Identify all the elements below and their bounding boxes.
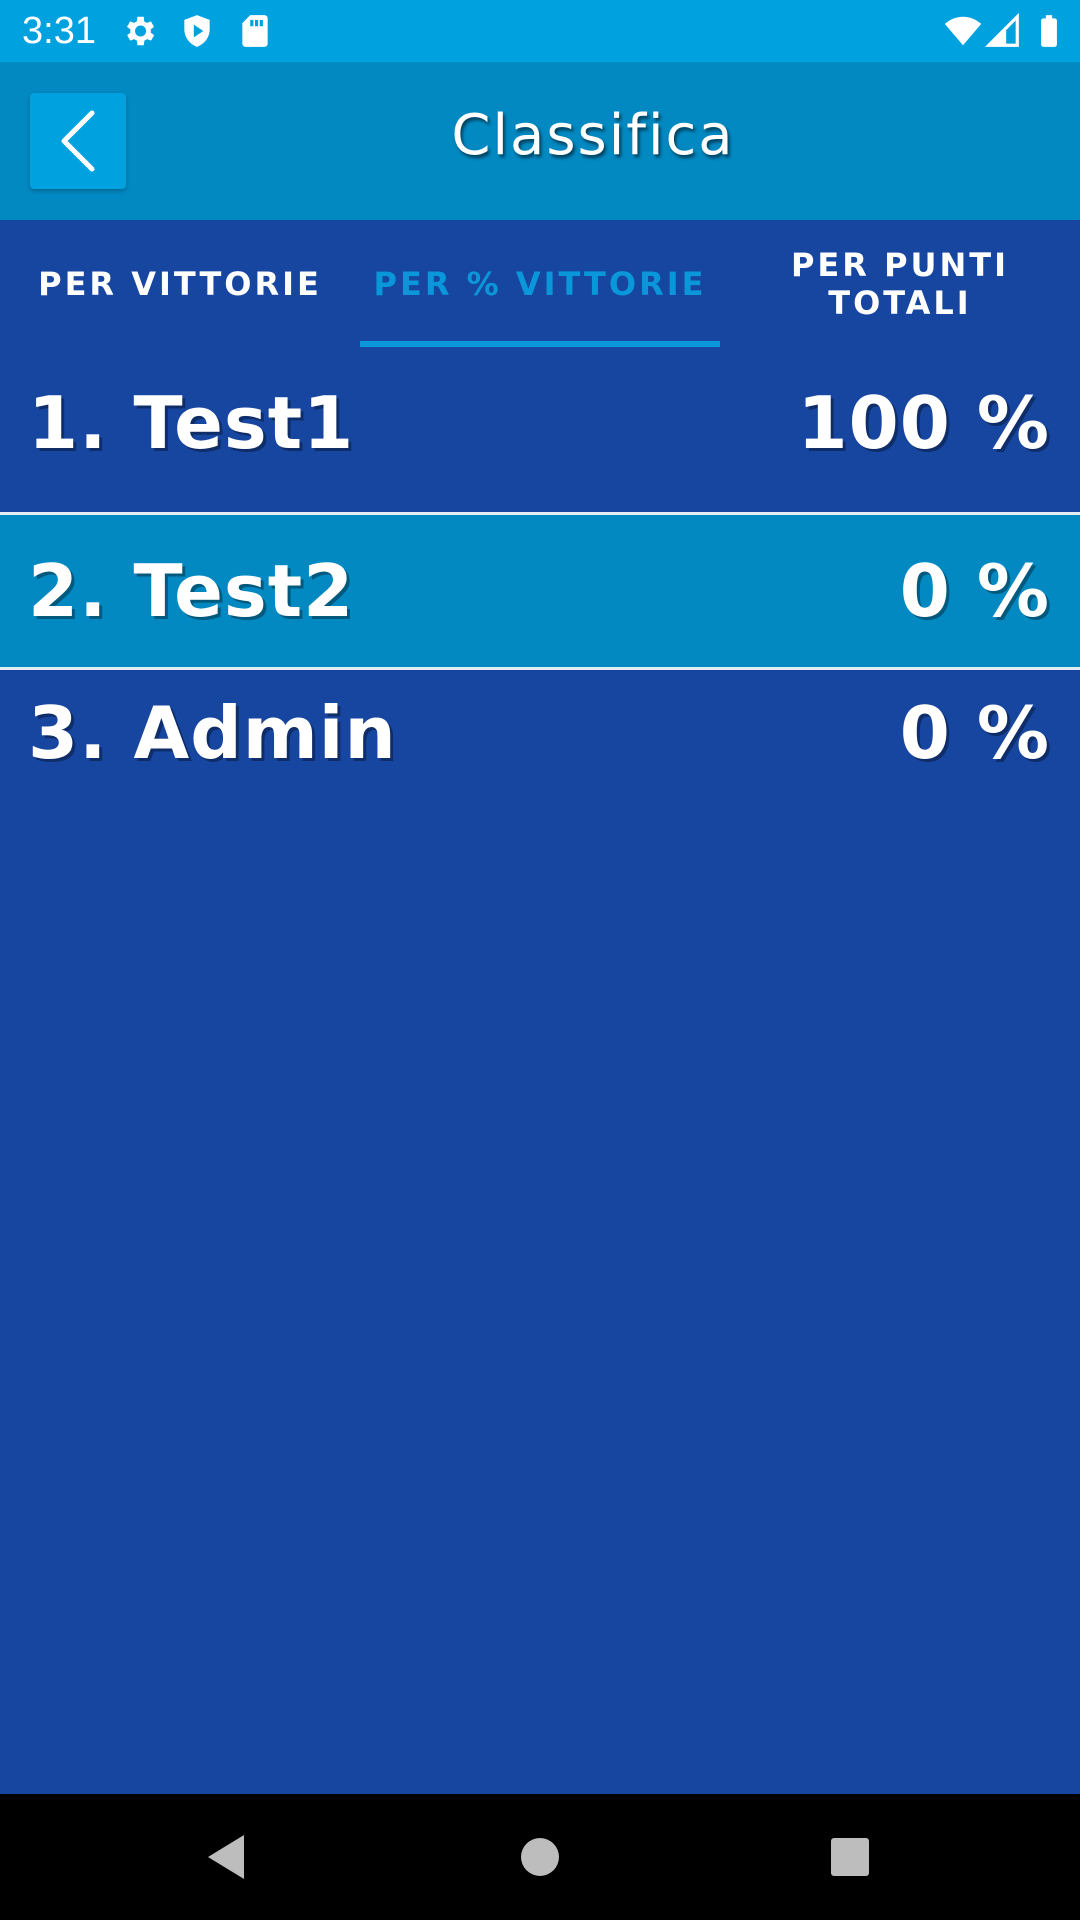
battery-icon [1041,15,1057,47]
home-circle-icon[interactable] [508,1825,572,1889]
tab-label: PER VITTORIE [38,264,322,303]
tab-label: PER % VITTORIE [373,264,707,303]
player-name: 3. Admin [28,691,397,775]
back-button[interactable] [30,93,126,189]
sd-card-icon [242,15,268,47]
player-name: 2. Test2 [28,549,355,633]
tab-per-percent-vittorie[interactable]: PER % VITTORIE [360,220,720,347]
player-win-percentage: 0 % [899,549,1050,633]
tab-label: PER PUNTI TOTALI [790,245,1010,322]
player-win-percentage: 100 % [797,381,1050,465]
status-time: 3:31 [22,10,96,52]
tab-per-vittorie[interactable]: PER VITTORIE [0,220,360,347]
shield-play-icon [184,15,210,47]
ranking-row[interactable]: 3. Admin 0 % [0,670,1080,798]
ranking-row[interactable]: 2. Test2 0 % [0,515,1080,667]
back-triangle-icon[interactable] [194,1825,258,1889]
player-name: 1. Test1 [28,381,355,465]
navigation-bar [0,1794,1080,1920]
page-title: Classifica [451,103,735,168]
chevron-left-icon [61,110,95,172]
recents-square-icon[interactable] [818,1825,882,1889]
tab-bar: PER VITTORIE PER % VITTORIE PER PUNTI TO… [0,220,1080,347]
app-bar: Classifica [0,62,1080,220]
player-win-percentage: 0 % [899,691,1050,775]
tab-per-punti-totali[interactable]: PER PUNTI TOTALI [720,220,1080,347]
signal-icon [984,12,1019,47]
wifi-icon [944,16,982,46]
status-bar: 3:31 [0,0,1080,62]
ranking-row[interactable]: 1. Test1 100 % [0,347,1080,513]
settings-icon [126,16,155,46]
